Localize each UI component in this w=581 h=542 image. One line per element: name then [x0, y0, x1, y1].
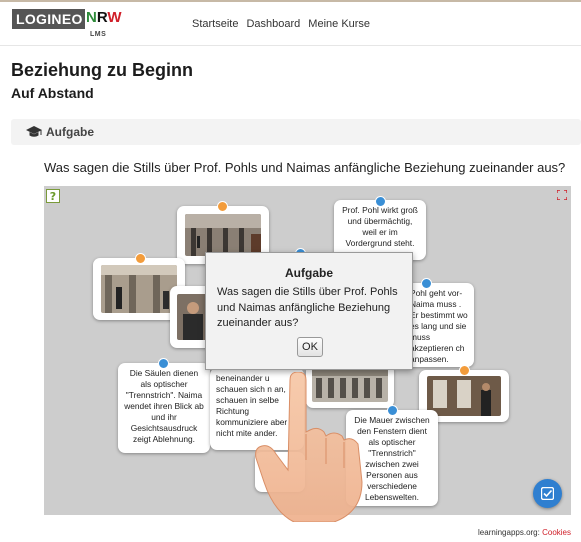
page-subtitle: Auf Abstand [11, 85, 94, 101]
page-title: Beziehung zu Beginn [11, 60, 193, 80]
card-text: Die Säulen dienen als optischer "Trennst… [124, 368, 204, 444]
connector-dot[interactable] [421, 278, 432, 289]
card-text: Pohl geht vor- Naima muss . Er bestimmt … [410, 288, 468, 364]
nav-dashboard[interactable]: Dashboard [246, 18, 300, 30]
question-help-icon[interactable]: ? [46, 189, 60, 203]
fullscreen-icon[interactable] [557, 190, 567, 200]
ok-button[interactable]: OK [297, 337, 323, 357]
task-dialog: Aufgabe Was sagen die Stills über Prof. … [205, 252, 413, 370]
section-header: Aufgabe [11, 119, 581, 145]
svg-text:?: ? [50, 190, 56, 203]
logo-letter-w: W [107, 9, 122, 26]
dialog-title: Aufgabe [285, 266, 333, 280]
footer: learningapps.org: Cookies [478, 528, 571, 537]
nav-startseite[interactable]: Startseite [192, 18, 238, 30]
text-card-pohl-uebermaechtig[interactable]: Prof. Pohl wirkt groß und übermächtig, w… [334, 200, 426, 260]
main-nav: Startseite Dashboard Meine Kurse [192, 18, 370, 30]
logineo-logo[interactable]: LOGINEO NRW LMS [12, 9, 124, 38]
footer-prefix: learningapps.org: [478, 528, 540, 537]
cookies-link[interactable]: Cookies [542, 528, 571, 537]
dialog-text: Was sagen die Stills über Prof. Pohls un… [217, 286, 398, 329]
logo-main-text: LOGINEO [12, 9, 85, 29]
still-photo [185, 214, 261, 256]
connector-dot[interactable] [158, 358, 169, 369]
still-photo [427, 376, 501, 416]
check-solution-button[interactable] [533, 479, 562, 508]
card-text: Prof. Pohl wirkt groß und übermächtig, w… [342, 205, 418, 248]
connector-dot[interactable] [387, 405, 398, 416]
question-text: Was sagen die Stills über Prof. Pohls un… [44, 160, 566, 175]
top-accent-line [0, 0, 581, 2]
graduation-cap-icon [26, 126, 42, 137]
still-photo [101, 265, 177, 313]
connector-dot[interactable] [459, 365, 470, 376]
text-card-saeulen[interactable]: Die Säulen dienen als optischer "Trennst… [118, 363, 210, 453]
section-label: Aufgabe [46, 125, 94, 139]
connector-dot[interactable] [135, 253, 146, 264]
card-text: Die Mauer zwischen den Fenstern dient al… [354, 415, 430, 502]
logo-letter-r: R [96, 9, 108, 26]
logo-letter-n: N [86, 9, 97, 26]
nav-meine-kurse[interactable]: Meine Kurse [308, 18, 370, 30]
connector-dot[interactable] [217, 201, 228, 212]
logo-lms-text: LMS [90, 31, 107, 38]
pointing-hand-icon [255, 372, 363, 522]
connector-dot[interactable] [375, 196, 386, 207]
check-icon [541, 487, 554, 500]
top-navbar: LOGINEO NRW LMS Startseite Dashboard Mei… [0, 0, 581, 46]
logo-nrw: NRW [86, 9, 122, 29]
